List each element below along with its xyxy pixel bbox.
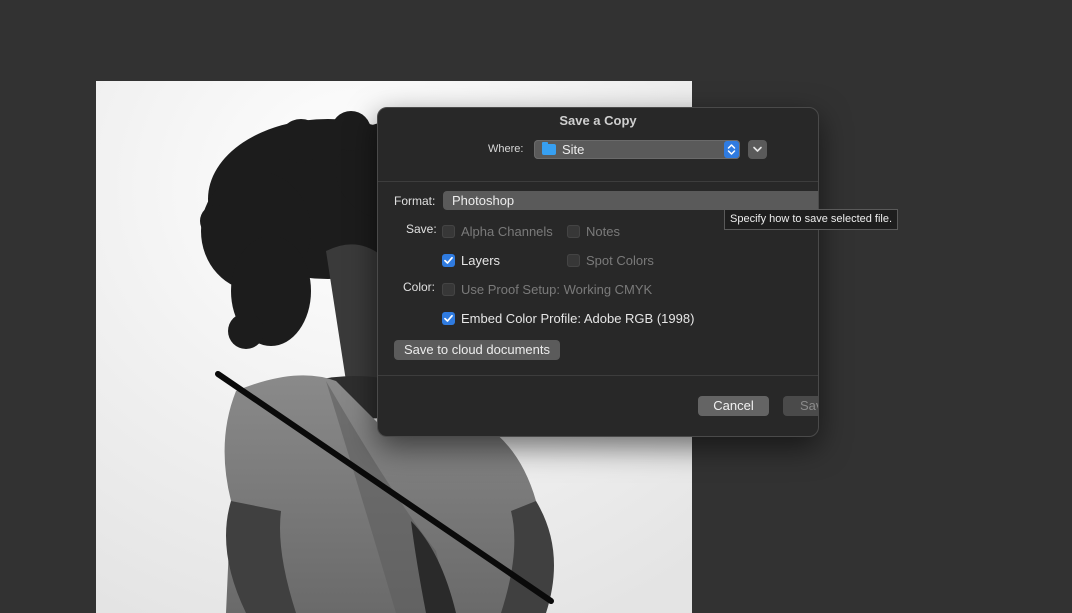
spot-colors-checkbox[interactable] [567, 254, 580, 267]
format-value: Photoshop [452, 193, 515, 208]
format-label: Format: [394, 194, 436, 208]
save-a-copy-dialog: Save a Copy Where: Site Format: Photosho… [377, 107, 819, 437]
alpha-channels-label: Alpha Channels [461, 224, 553, 239]
cancel-button[interactable]: Cancel [698, 396, 769, 416]
where-value: Site [562, 142, 585, 157]
save-label: Save: [406, 222, 437, 236]
save-button[interactable]: Sav [783, 396, 818, 416]
notes-checkbox[interactable] [567, 225, 580, 238]
divider [378, 375, 818, 376]
where-select[interactable]: Site [534, 140, 740, 159]
use-proof-setup-label: Use Proof Setup: Working CMYK [461, 282, 653, 297]
expand-button[interactable] [748, 140, 767, 159]
layers-checkbox[interactable] [442, 254, 455, 267]
save-to-cloud-button[interactable]: Save to cloud documents [394, 340, 560, 360]
color-label: Color: [403, 280, 436, 294]
format-select[interactable]: Photoshop [443, 191, 818, 210]
where-label: Where: [488, 143, 524, 155]
stepper-icon [724, 141, 739, 158]
notes-label: Notes [586, 224, 620, 239]
embed-color-profile-checkbox[interactable] [442, 312, 455, 325]
alpha-channels-checkbox[interactable] [442, 225, 455, 238]
folder-icon [542, 142, 556, 155]
layers-label: Layers [461, 253, 501, 268]
spot-colors-label: Spot Colors [586, 253, 654, 268]
dialog-title: Save a Copy [559, 113, 637, 128]
checkmark-icon [444, 314, 453, 322]
checkmark-icon [444, 256, 453, 264]
chevron-down-icon [753, 146, 762, 152]
use-proof-setup-checkbox[interactable] [442, 283, 455, 296]
format-tooltip: Specify how to save selected file. [724, 209, 899, 230]
embed-color-profile-label: Embed Color Profile: Adobe RGB (1998) [461, 311, 695, 326]
divider [378, 181, 818, 182]
